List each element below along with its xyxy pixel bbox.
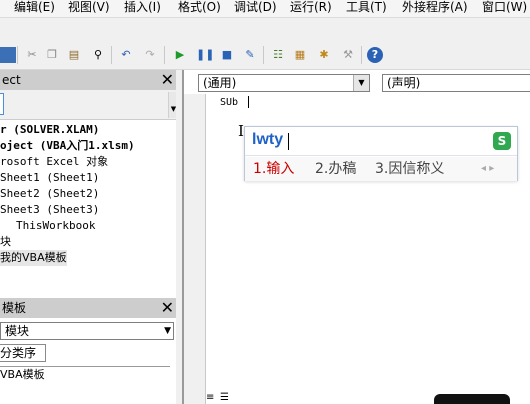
- standard-toolbar: ✂ ❐ ▤ ⚲ ↶ ↷ ▶ ❚❚ ■ ✎ ☷ ▦ ✱ ⚒ ?: [0, 38, 530, 70]
- tree-item[interactable]: rosoft Excel 对象: [0, 154, 108, 170]
- view-code-button[interactable]: [0, 93, 4, 115]
- object-combo-value: (通用): [203, 76, 237, 90]
- save-icon[interactable]: [0, 47, 16, 63]
- procedure-view-icon[interactable]: ≡: [206, 392, 214, 403]
- project-explorer-titlebar: ect ✕: [0, 70, 180, 90]
- object-browser-icon[interactable]: ✱: [316, 47, 332, 63]
- close-icon[interactable]: ✕: [161, 299, 174, 317]
- properties-object-value: 模块: [5, 324, 30, 338]
- properties-title: 模板: [2, 301, 27, 315]
- tree-item[interactable]: 块: [0, 234, 11, 250]
- margin-indicator-bar: [184, 94, 206, 404]
- ime-divider: [245, 155, 517, 156]
- chevron-down-icon[interactable]: ▼: [164, 323, 171, 339]
- menu-debug[interactable]: 调试(D): [234, 0, 277, 14]
- ime-candidates: 1.输入 2.办稿 3.因信称义 ◂ ▸: [245, 157, 517, 181]
- tree-item[interactable]: r (SOLVER.XLAM): [0, 122, 99, 138]
- toolbox-icon[interactable]: ⚒: [340, 47, 356, 63]
- menu-addins[interactable]: 外接程序(A): [402, 0, 468, 14]
- redo-icon[interactable]: ↷: [142, 47, 158, 63]
- properties-row[interactable]: VBA模板: [0, 366, 170, 382]
- project-explorer-panel: ect ✕ ▼ r (SOLVER.XLAM) oject (VBA入门1.xl…: [0, 70, 180, 404]
- project-explorer-icon[interactable]: ☷: [270, 47, 286, 63]
- menu-insert[interactable]: 插入(I): [124, 0, 161, 14]
- find-icon[interactable]: ⚲: [90, 47, 106, 63]
- pause-icon[interactable]: ❚❚: [196, 47, 214, 63]
- design-mode-icon[interactable]: ✎: [242, 47, 258, 63]
- properties-row-label: VBA模板: [0, 368, 45, 381]
- toolbar-separator: [361, 46, 362, 64]
- cut-icon[interactable]: ✂: [24, 47, 40, 63]
- menu-view[interactable]: 视图(V): [68, 0, 110, 14]
- help-icon[interactable]: ?: [367, 47, 383, 63]
- reset-icon[interactable]: ■: [219, 47, 235, 63]
- tree-item[interactable]: Sheet3 (Sheet3): [0, 202, 99, 218]
- paste-icon[interactable]: ▤: [66, 47, 82, 63]
- procedure-combo[interactable]: (声明): [382, 74, 530, 92]
- toolbar-separator: [111, 46, 112, 64]
- properties-object-select[interactable]: 模块 ▼: [0, 322, 174, 340]
- copy-icon[interactable]: ❐: [44, 47, 60, 63]
- sogou-logo-icon: S: [493, 132, 511, 150]
- menu-tools[interactable]: 工具(T): [346, 0, 387, 14]
- menu-window[interactable]: 窗口(W): [482, 0, 527, 14]
- full-module-view-icon[interactable]: ☰: [220, 392, 229, 403]
- ime-candidate[interactable]: 3.因信称义: [375, 157, 444, 181]
- text-cursor: [248, 96, 250, 108]
- code-line[interactable]: SUb: [220, 96, 250, 110]
- ime-candidate-window: lwty S 1.输入 2.办稿 3.因信称义 ◂ ▸: [244, 126, 518, 181]
- tree-item[interactable]: 我的VBA模板: [0, 250, 67, 266]
- toolbar-separator: [263, 46, 264, 64]
- undo-icon[interactable]: ↶: [118, 47, 134, 63]
- menu-format[interactable]: 格式(O): [178, 0, 221, 14]
- project-tree: r (SOLVER.XLAM) oject (VBA入门1.xlsm) roso…: [0, 120, 164, 284]
- menu-edit[interactable]: 编辑(E): [14, 0, 55, 14]
- properties-icon[interactable]: ▦: [292, 47, 308, 63]
- project-toolbar-strip: ▼: [0, 90, 180, 120]
- tree-item[interactable]: Sheet2 (Sheet2): [0, 186, 99, 202]
- ime-candidate[interactable]: 2.办稿: [315, 157, 356, 181]
- ime-candidate[interactable]: 1.输入: [253, 157, 294, 181]
- toolbar-separator: [164, 46, 165, 64]
- menu-bar: 编辑(E) 视图(V) 插入(I) 格式(O) 调试(D) 运行(R) 工具(T…: [0, 0, 530, 18]
- properties-tab-label: 分类序: [0, 346, 37, 360]
- ime-input-text: lwty: [252, 131, 284, 148]
- close-icon[interactable]: ✕: [161, 71, 174, 89]
- ime-page-arrows[interactable]: ◂ ▸: [481, 157, 494, 181]
- menu-run[interactable]: 运行(R): [290, 0, 332, 14]
- tree-item[interactable]: ThisWorkbook: [16, 218, 95, 234]
- splitter[interactable]: [176, 70, 180, 404]
- properties-titlebar: 模板 ✕: [0, 298, 180, 318]
- procedure-combo-value: (声明): [387, 76, 421, 90]
- chevron-down-icon[interactable]: ▼: [353, 75, 369, 91]
- project-explorer-title: ect: [2, 73, 21, 87]
- tree-item[interactable]: Sheet1 (Sheet1): [0, 170, 99, 186]
- toolbar-separator: [17, 46, 18, 64]
- code-text: SUb: [220, 97, 239, 108]
- tree-item[interactable]: oject (VBA入门1.xlsm): [0, 138, 135, 154]
- ime-caret: [288, 133, 289, 150]
- object-combo[interactable]: (通用) ▼: [198, 74, 370, 92]
- view-buttons: ≡ ☰: [206, 392, 246, 404]
- taskbar-fragment: [434, 394, 510, 404]
- properties-tab[interactable]: 分类序: [0, 344, 46, 362]
- run-icon[interactable]: ▶: [172, 47, 188, 63]
- code-window: (通用) ▼ (声明) SUb I ≡ ☰: [182, 70, 530, 404]
